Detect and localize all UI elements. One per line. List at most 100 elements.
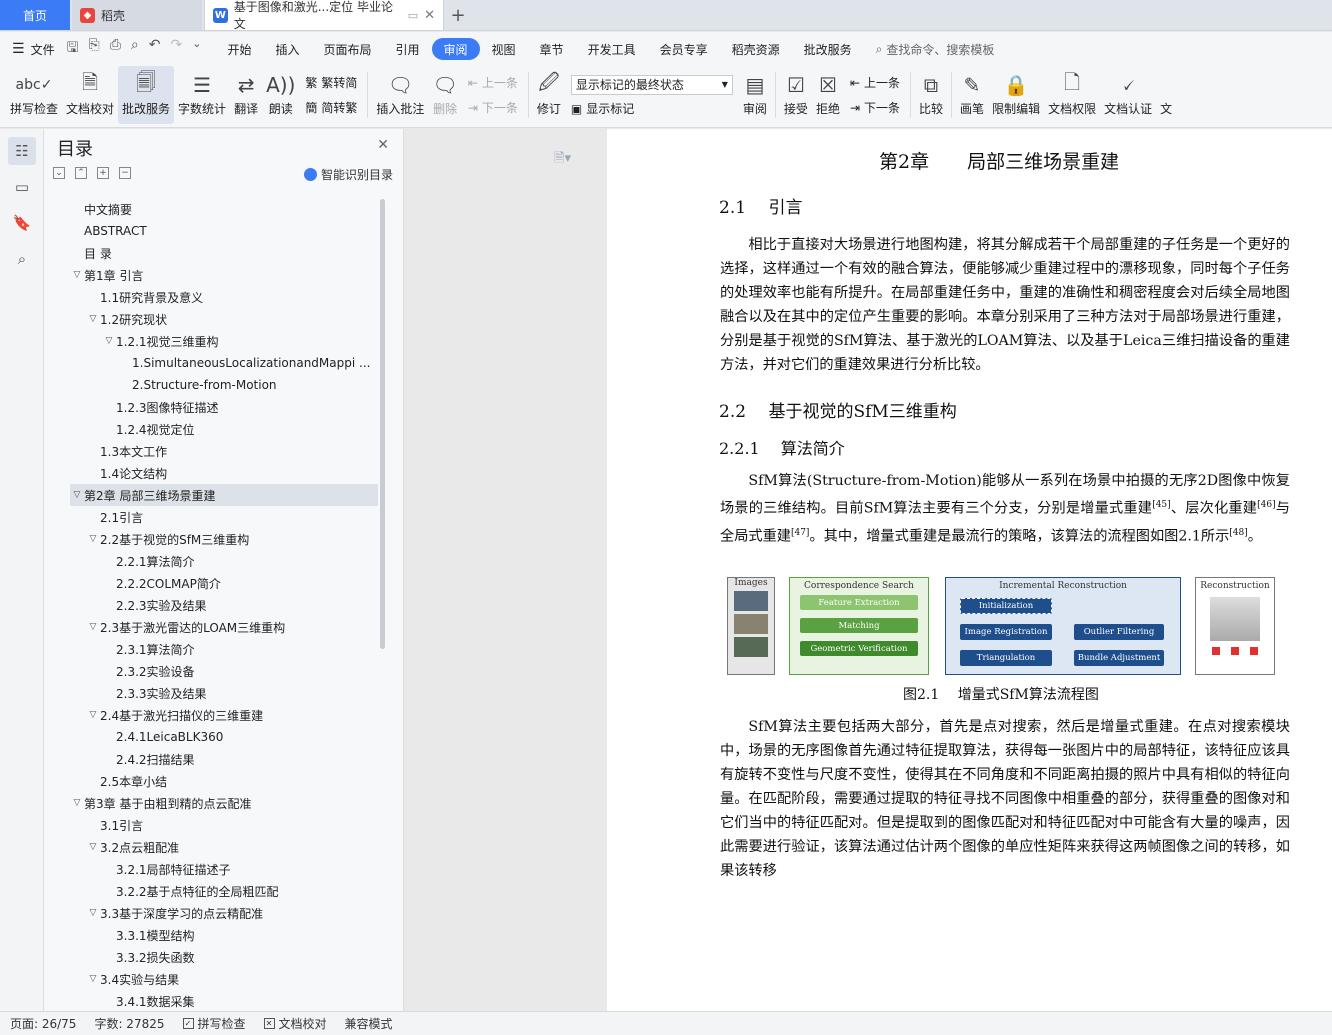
bookmark-icon[interactable]: 🔖	[8, 209, 36, 237]
redo-icon[interactable]: ↷	[171, 37, 183, 61]
page-indicator[interactable]: 页面: 26/75	[10, 1015, 76, 1032]
show-markup-button[interactable]: ▣ 显示标记	[571, 100, 733, 117]
tab-home[interactable]: 首页	[0, 0, 70, 30]
chevron-down-icon[interactable]: ▽	[70, 798, 84, 808]
menu-review[interactable]: 审阅	[431, 38, 480, 60]
print-icon[interactable]: ⎙	[110, 37, 121, 61]
toc-item[interactable]: ▽ 2.4基于激光扫描仪的三维重建	[70, 704, 378, 726]
toc-item[interactable]: 3.3.2损失函数	[70, 946, 378, 968]
collapse-all-icon[interactable]: ⌄	[53, 167, 65, 179]
toc-item[interactable]: 1.1研究背景及意义	[70, 286, 378, 308]
chevron-down-icon[interactable]: ▽	[86, 710, 100, 720]
toc-item[interactable]: 1.3本文工作	[70, 440, 378, 462]
toc-pane-icon[interactable]: ☷	[8, 137, 36, 165]
toc-item[interactable]: ▽ 第1章 引言	[70, 264, 378, 286]
tab-document[interactable]: W 基于图像和激光...定位 毕业论文 ▭ ✕	[204, 0, 444, 31]
menu-member[interactable]: 会员专享	[648, 38, 720, 60]
insert-comment-button[interactable]: 🗨 插入批注	[372, 66, 428, 124]
toc-item[interactable]: 2.5本章小结	[70, 770, 378, 792]
review-service-button[interactable]: 🗐 批改服务	[118, 66, 175, 124]
prev-change-button[interactable]: ⇤ 上一条	[850, 74, 900, 91]
menu-view[interactable]: 视图	[480, 38, 528, 60]
menu-reference[interactable]: 引用	[384, 38, 432, 60]
section-pane-icon[interactable]: ▭	[8, 173, 36, 201]
chevron-down-icon[interactable]: ▽	[86, 908, 100, 918]
toc-item[interactable]: 2.2.1算法简介	[70, 550, 378, 572]
chevron-down-icon[interactable]: ▽	[70, 270, 84, 280]
smart-toc-button[interactable]: 智能识别目录	[303, 166, 393, 183]
expand-all-icon[interactable]: ⌃	[75, 167, 87, 179]
citation-47[interactable]: [47]	[791, 528, 809, 538]
accept-button[interactable]: ☑ 接受	[780, 66, 812, 124]
toc-item[interactable]: ▽ 3.4实验与结果	[70, 968, 378, 990]
toc-item[interactable]: ▽ 第3章 基于由粗到精的点云配准	[70, 792, 378, 814]
citation-48[interactable]: [48]	[1229, 528, 1247, 538]
word-count-indicator[interactable]: 字数: 27825	[94, 1015, 164, 1032]
reject-button[interactable]: ☒ 拒绝	[812, 66, 844, 124]
toc-item[interactable]: 1.2.3图像特征描述	[70, 396, 378, 418]
undo-icon[interactable]: ↶	[149, 37, 161, 61]
simp-to-trad-button[interactable]: 簡简转繁	[305, 99, 357, 116]
chevron-down-icon[interactable]: ▽	[86, 622, 100, 632]
toc-item[interactable]: 2.3.1算法简介	[70, 638, 378, 660]
toc-item[interactable]: 1.4论文结构	[70, 462, 378, 484]
toc-item[interactable]: 3.2.2基于点特征的全局粗匹配	[70, 880, 378, 902]
track-changes-button[interactable]: 🖉 修订	[533, 66, 565, 124]
doc-rights-button[interactable]: 🗋 文档权限	[1044, 66, 1100, 124]
chevron-down-icon[interactable]: ▽	[86, 534, 100, 544]
menu-insert[interactable]: 插入	[263, 38, 311, 60]
export-icon[interactable]: ⎘	[89, 37, 100, 61]
translate-button[interactable]: ⇄ 翻译	[230, 66, 262, 124]
toc-item[interactable]: ▽ 3.3基于深度学习的点云精配准	[70, 902, 378, 924]
word-count-button[interactable]: ☰ 字数统计	[174, 66, 230, 124]
menu-start[interactable]: 开始	[215, 38, 263, 60]
markup-state-select[interactable]: 显示标记的最终状态 ▼	[570, 74, 733, 95]
find-icon[interactable]: ⌕	[8, 245, 36, 273]
proofread-button[interactable]: 🗎 文档校对	[62, 66, 118, 124]
page-view-icon[interactable]: 🗎▾	[554, 149, 571, 171]
toc-item[interactable]: ABSTRACT	[70, 220, 378, 242]
save-icon[interactable]: 🖫	[67, 37, 79, 61]
toc-item[interactable]: ▽ 1.2研究现状	[70, 308, 378, 330]
chevron-down-icon[interactable]: ▽	[70, 490, 84, 500]
chevron-down-icon[interactable]: ▽	[86, 974, 100, 984]
chevron-down-icon[interactable]: ▽	[86, 314, 100, 324]
close-icon[interactable]: ✕	[377, 137, 389, 153]
pen-button[interactable]: ✎ 画笔	[956, 66, 988, 124]
menu-dev-tools[interactable]: 开发工具	[576, 38, 648, 60]
document-page[interactable]: 第2章 局部三维场景重建 2.1 引言 相比于直接对大场景进行地图构建，将其分解…	[607, 129, 1332, 1011]
next-comment-button[interactable]: ⇥ 下一条	[468, 99, 518, 116]
menu-layout[interactable]: 页面布局	[311, 38, 383, 60]
delete-comment-button[interactable]: 🗨 删除	[428, 66, 461, 124]
close-tab-icon[interactable]: ✕	[424, 8, 435, 23]
menu-section[interactable]: 章节	[528, 38, 576, 60]
spell-check-button[interactable]: abc✓ 拼写检查	[6, 66, 62, 124]
toc-item[interactable]: 2.2.3实验及结果	[70, 594, 378, 616]
toc-item[interactable]: 2.4.1LeicaBLK360	[70, 726, 378, 748]
review-pane-button[interactable]: ▤ 审阅	[739, 66, 771, 124]
chevron-down-icon[interactable]: ▽	[86, 842, 100, 852]
toc-item[interactable]: 1.2.4视觉定位	[70, 418, 378, 440]
status-spell-check[interactable]: ✓ 拼写检查	[182, 1015, 246, 1032]
read-aloud-button[interactable]: A)) 朗读	[262, 66, 299, 124]
toc-item[interactable]: ▽ 第2章 局部三维场景重建	[70, 484, 378, 506]
toc-item[interactable]: 2.3.3实验及结果	[70, 682, 378, 704]
citation-45[interactable]: [45]	[1152, 500, 1170, 510]
toc-item[interactable]: 3.3.1模型结构	[70, 924, 378, 946]
toc-item[interactable]: 1.SimultaneousLocalizationandMappi ...	[70, 352, 378, 374]
restrict-edit-button[interactable]: 🔒 限制编辑	[988, 66, 1044, 124]
file-menu[interactable]: ☰ 文件	[12, 41, 55, 58]
new-tab-button[interactable]: +	[444, 0, 472, 30]
status-proofread[interactable]: ✕ 文档校对	[263, 1015, 327, 1032]
toc-scrollbar[interactable]	[380, 199, 385, 649]
add-heading-icon[interactable]: +	[97, 167, 109, 179]
toc-item[interactable]: 2.1引言	[70, 506, 378, 528]
toc-item[interactable]: 中文摘要	[70, 198, 378, 220]
toc-item[interactable]: ▽ 1.2.1视觉三维重构	[70, 330, 378, 352]
toc-item[interactable]: ▽ 2.2基于视觉的SfM三维重构	[70, 528, 378, 550]
menu-daoke-resources[interactable]: 稻壳资源	[720, 38, 792, 60]
doc-certify-button[interactable]: 🗸 文档认证	[1100, 66, 1156, 124]
trad-to-simp-button[interactable]: 繁繁转简	[305, 74, 357, 91]
chevron-down-icon[interactable]: ▽	[102, 336, 116, 346]
pin-icon[interactable]: ▭	[408, 9, 418, 22]
